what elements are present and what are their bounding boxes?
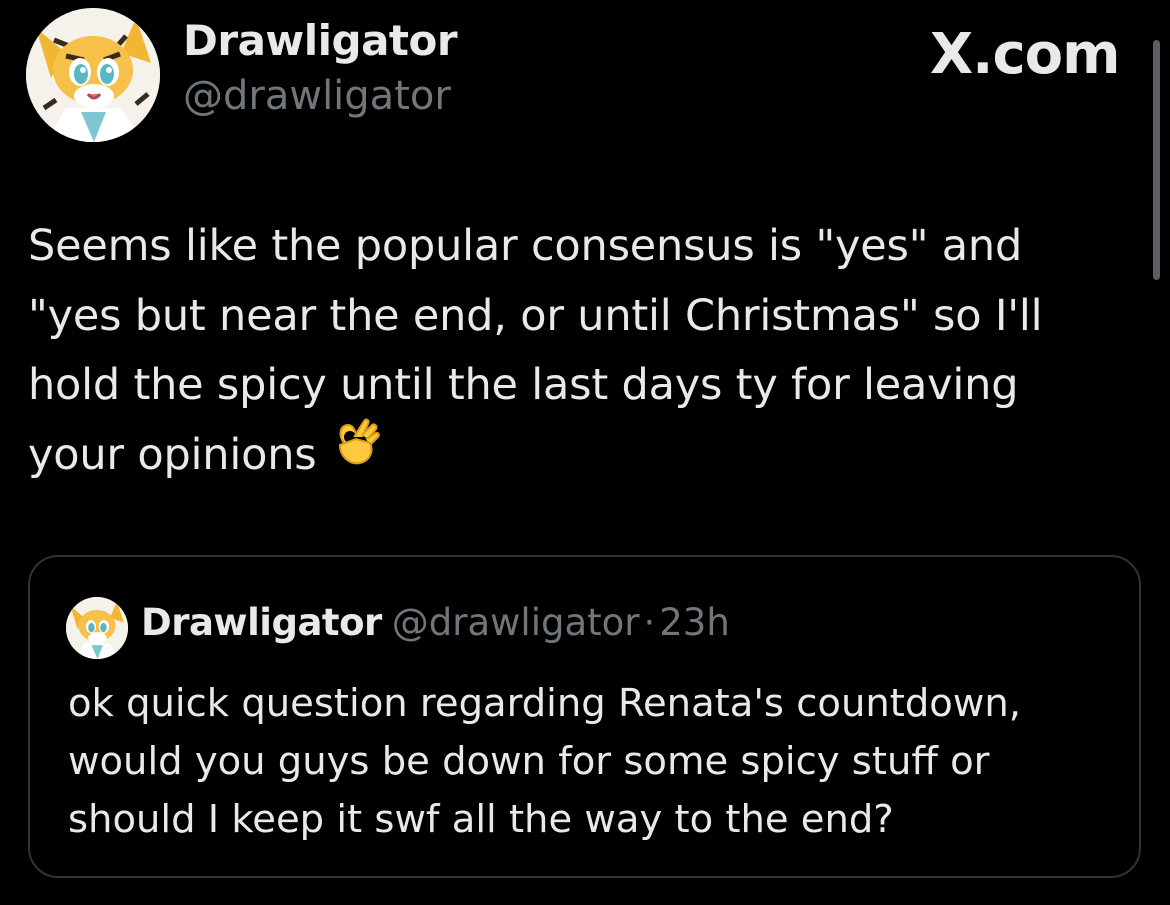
tweet-body: Seems like the popular consensus is "yes… [28,212,1138,490]
quoted-author-display-name[interactable]: Drawligator [141,601,382,644]
author-handle[interactable]: @drawligator [183,73,451,119]
scrollbar[interactable] [1153,40,1160,280]
author-display-name[interactable]: Drawligator [183,16,458,65]
quoted-author-handle[interactable]: @drawligator [392,601,640,644]
tiger-character-avatar-icon [26,8,160,142]
tweet-text: Seems like the popular consensus is "yes… [28,221,1043,480]
quoted-tweet-text: ok quick question regarding Renata's cou… [68,681,1021,842]
author-avatar[interactable] [26,8,160,142]
tiger-character-avatar-icon [66,597,128,659]
quoted-tweet-header: Drawligator @drawligator · 23h [141,601,730,644]
meta-separator: · [643,601,656,644]
x-com-brand-label: X.com [930,22,1120,87]
ok-hand-emoji-icon [330,415,382,489]
quoted-tweet-card[interactable]: Drawligator @drawligator · 23h ok quick que… [28,555,1141,878]
quoted-author-avatar[interactable] [66,597,128,659]
quoted-tweet-time[interactable]: 23h [659,601,730,644]
